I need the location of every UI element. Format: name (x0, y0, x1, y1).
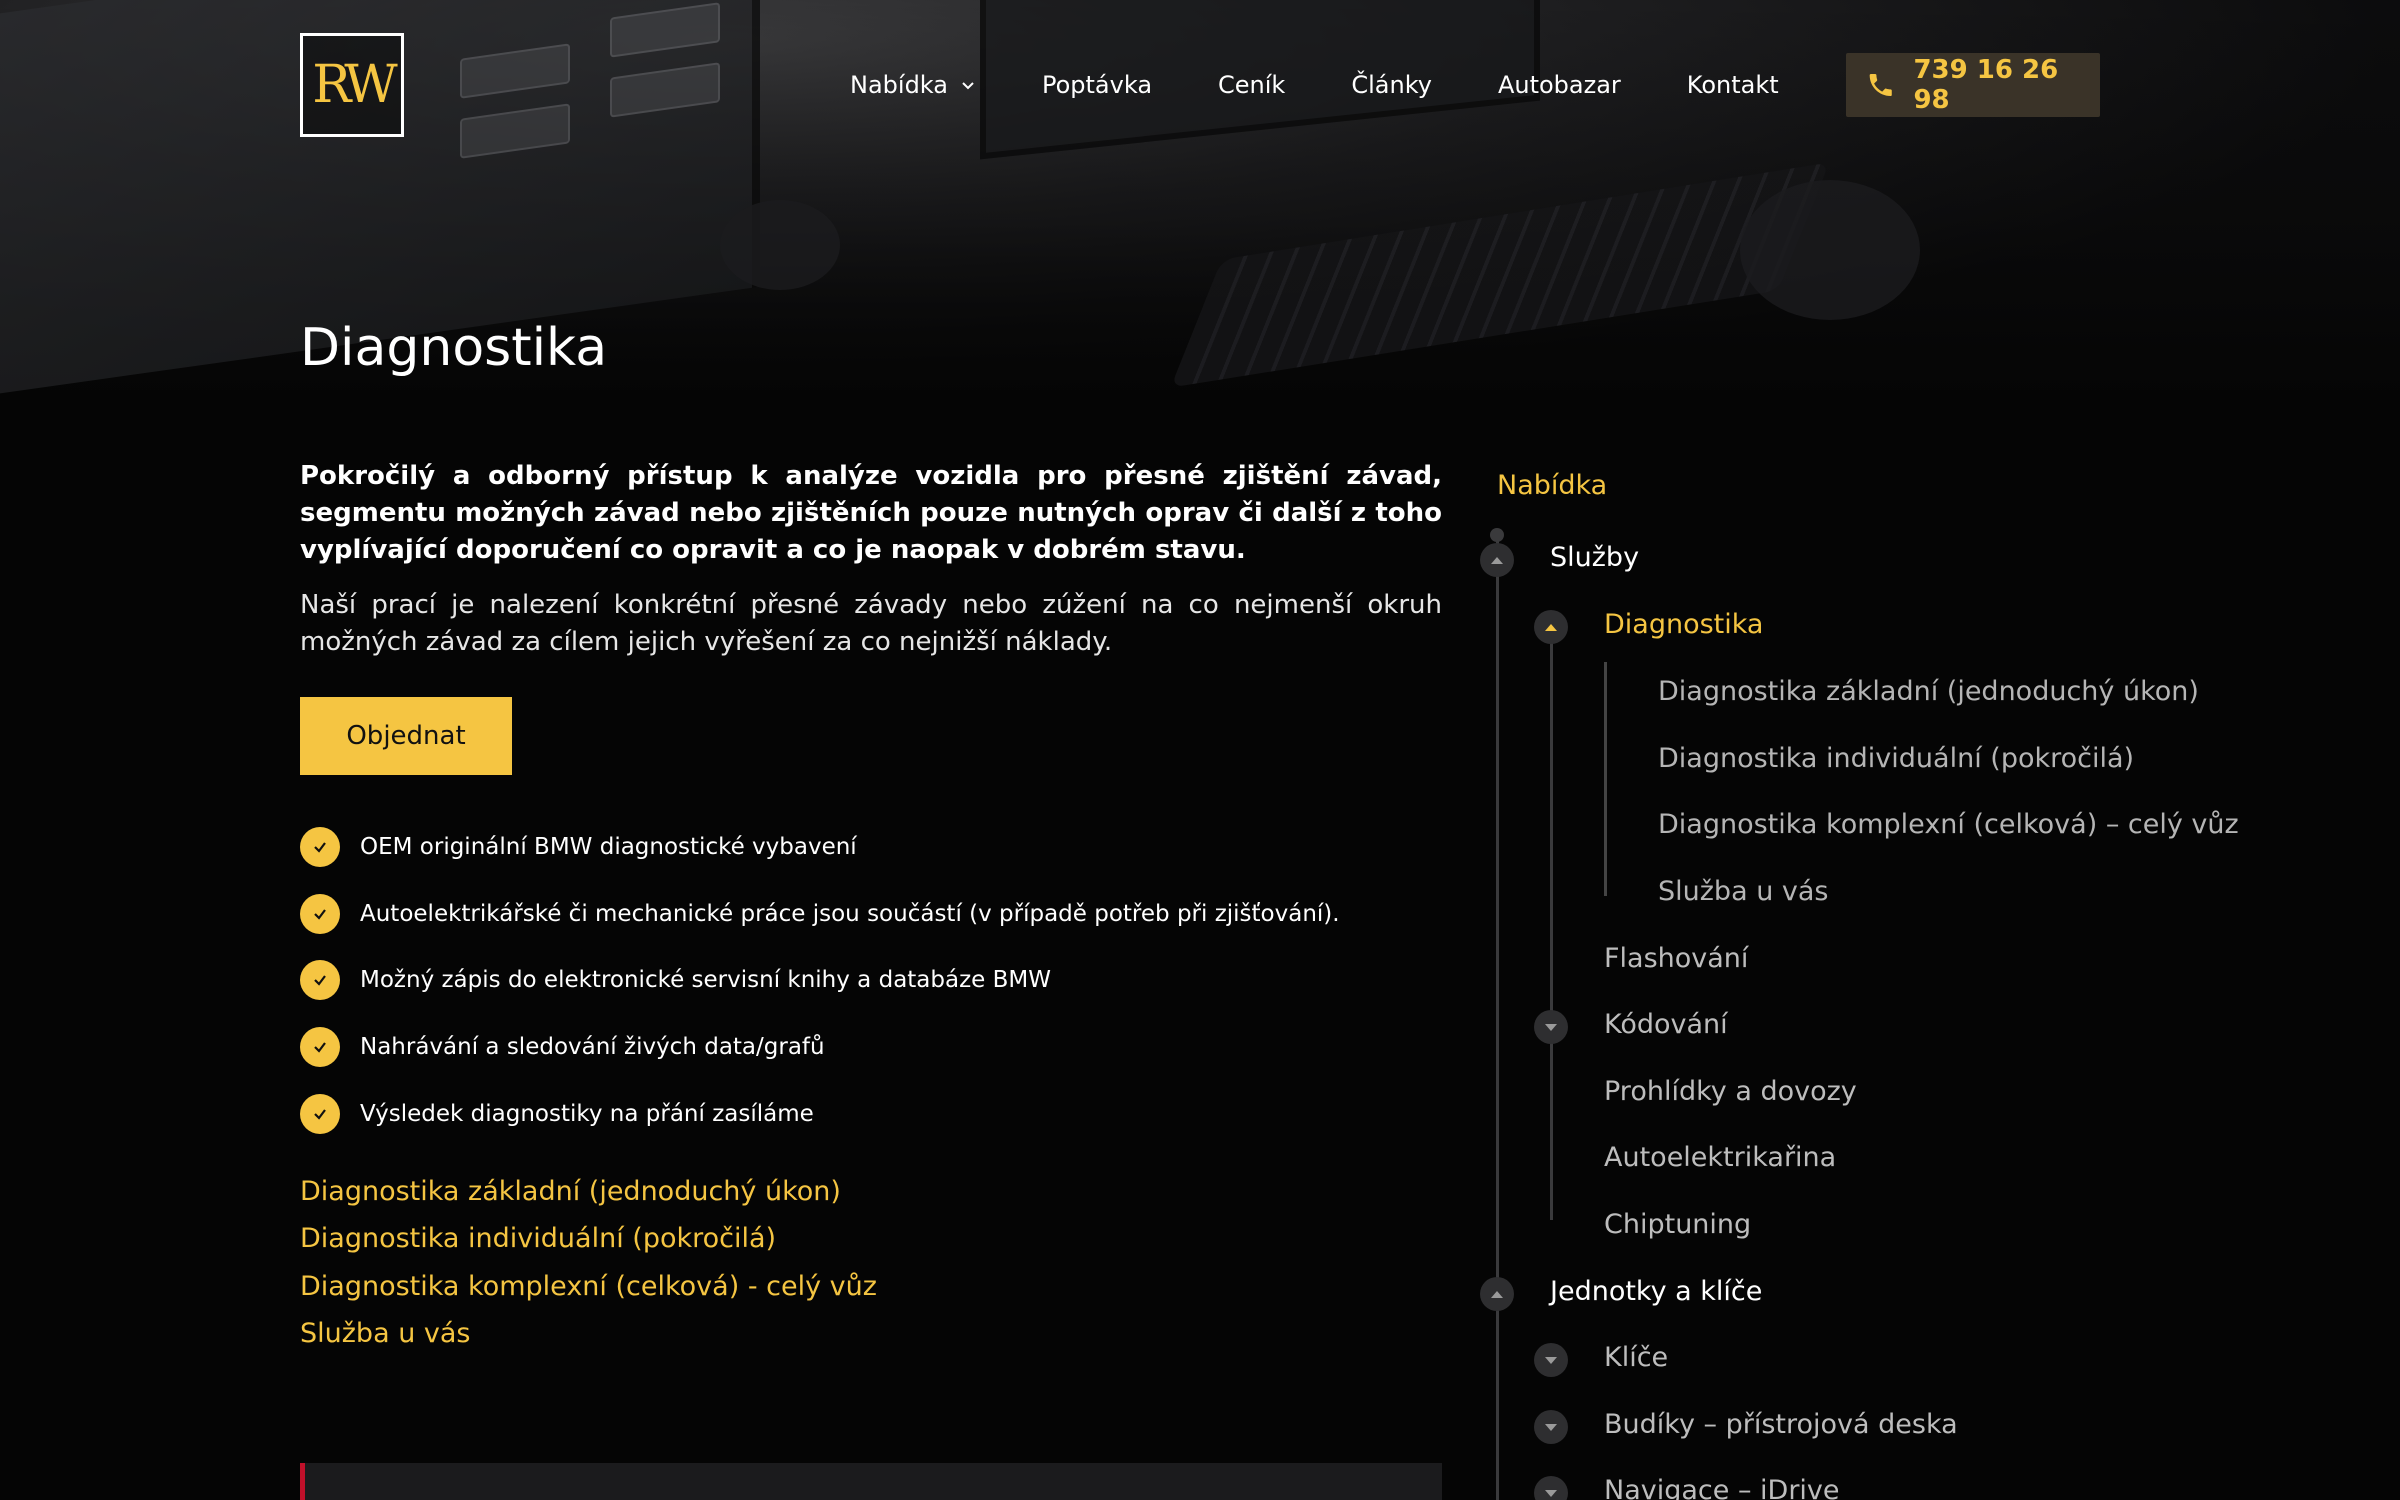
info-box (300, 1463, 1442, 1500)
feature-item: Výsledek diagnostiky na přání zasíláme (300, 1092, 1442, 1136)
check-icon (300, 893, 340, 934)
logo-text: RW (312, 55, 398, 115)
lead-paragraph: Pokročilý a odborný přístup k analýze vo… (300, 461, 1442, 565)
sidebar-item-navigace[interactable]: Navigace – iDrive (1604, 1475, 1840, 1500)
sidebar-item-chiptuning[interactable]: Chiptuning (1604, 1209, 1751, 1240)
service-links: Diagnostika základní (jednoduchý úkon) D… (300, 1168, 1442, 1358)
nav-label: Články (1351, 71, 1432, 99)
sidebar-item-sluzby[interactable]: Služby (1550, 542, 1639, 573)
nav-item-nabidka[interactable]: Nabídka (850, 71, 976, 99)
link-diagnostika-individualni[interactable]: Diagnostika individuální (pokročilá) (300, 1215, 1442, 1263)
tree-line (1550, 614, 1553, 1220)
nav-label: Autobazar (1497, 71, 1621, 99)
sidebar-item-diagnostika-komplexni[interactable]: Diagnostika komplexní (celková) – celý v… (1658, 809, 2239, 840)
collapse-icon (1491, 1290, 1503, 1298)
keyboard-image (1170, 162, 1830, 388)
check-icon (300, 827, 340, 867)
nav-label: Nabídka (850, 71, 948, 99)
link-diagnostika-zakladni[interactable]: Diagnostika základní (jednoduchý úkon) (300, 1168, 1442, 1216)
description-paragraph: Naší prací je nalezení konkrétní přesné … (300, 590, 1442, 657)
main-content: Pokročilý a odborný přístup k analýze vo… (300, 458, 1442, 1358)
feature-item: OEM originální BMW diagnostické vybavení (300, 825, 1442, 869)
toggle-navigace[interactable] (1534, 1476, 1568, 1500)
sidebar-item-diagnostika[interactable]: Diagnostika (1604, 609, 1763, 640)
nav-item-kontakt[interactable]: Kontakt (1687, 71, 1779, 99)
sidebar-item-prohlidky[interactable]: Prohlídky a dovozy (1604, 1076, 1857, 1107)
collapse-icon (1491, 556, 1503, 564)
toggle-sluzby[interactable] (1480, 543, 1514, 577)
desk-object (1740, 180, 1920, 320)
toggle-diagnostika[interactable] (1534, 610, 1568, 644)
feature-item: Autoelektrikářské či mechanické práce js… (300, 892, 1442, 936)
sidebar-item-autoelektrikarina[interactable]: Autoelektrikařina (1604, 1142, 1836, 1173)
logo[interactable]: RW (300, 33, 404, 137)
nav-item-autobazar[interactable]: Autobazar (1498, 71, 1621, 99)
nav-label: Kontakt (1686, 71, 1779, 99)
main-nav: Nabídka Poptávka Ceník Články Autobazar … (850, 60, 1779, 110)
nav-item-poptavka[interactable]: Poptávka (1042, 71, 1152, 99)
order-button[interactable]: Objednat (300, 697, 512, 775)
nav-item-cenik[interactable]: Ceník (1218, 71, 1285, 99)
feature-text: Nahrávání a sledování živých data/grafů (360, 1034, 825, 1061)
toggle-jednotky[interactable] (1480, 1277, 1514, 1311)
sidebar-item-budiky[interactable]: Budíky – přístrojová deska (1604, 1409, 1958, 1440)
expand-icon (1545, 1423, 1557, 1431)
expand-icon (1545, 1489, 1557, 1497)
toggle-budiky[interactable] (1534, 1410, 1568, 1444)
desk-object (720, 200, 840, 290)
sidebar-item-diagnostika-individualni[interactable]: Diagnostika individuální (pokročilá) (1658, 743, 2134, 774)
phone-number: 739 16 26 98 (1913, 55, 2059, 115)
feature-text: OEM originální BMW diagnostické vybavení (360, 834, 857, 860)
nav-item-clanky[interactable]: Články (1351, 71, 1432, 99)
feature-text: Autoelektrikářské či mechanické práce js… (360, 900, 1340, 927)
expand-icon (1545, 1023, 1557, 1031)
sidebar-item-sluzba-u-vas[interactable]: Služba u vás (1658, 876, 1828, 907)
sidebar-item-diagnostika-zakladni[interactable]: Diagnostika základní (jednoduchý úkon) (1658, 676, 2199, 707)
sidebar-item-flashovani[interactable]: Flashování (1604, 943, 1748, 974)
toggle-kodovani[interactable] (1534, 1010, 1568, 1044)
link-sluzba-u-vas[interactable]: Služba u vás (300, 1310, 1442, 1358)
sidebar-item-jednotky[interactable]: Jednotky a klíče (1550, 1276, 1762, 1307)
feature-text: Výsledek diagnostiky na přání zasíláme (360, 1100, 814, 1127)
sidebar-item-klice[interactable]: Klíče (1604, 1342, 1668, 1373)
tree-line (1496, 530, 1499, 1500)
nav-label: Ceník (1218, 71, 1286, 99)
feature-item: Nahrávání a sledování živých data/grafů (300, 1025, 1442, 1069)
feature-list: OEM originální BMW diagnostické vybavení… (300, 825, 1442, 1136)
tree-root-dot (1490, 528, 1504, 542)
chevron-down-icon (962, 82, 974, 90)
check-icon (300, 1093, 340, 1134)
toggle-klice[interactable] (1534, 1343, 1568, 1377)
phone-button[interactable]: 739 16 26 98 (1846, 53, 2100, 117)
tree-line (1604, 662, 1607, 896)
check-icon (300, 960, 340, 1001)
feature-item: Možný zápis do elektronické servisní kni… (300, 958, 1442, 1002)
check-icon (300, 1027, 340, 1068)
page-title: Diagnostika (300, 318, 608, 378)
feature-text: Možný zápis do elektronické servisní kni… (360, 967, 1051, 994)
sidebar-heading: Nabídka (1497, 470, 1608, 501)
collapse-icon (1545, 623, 1557, 631)
link-diagnostika-komplexni[interactable]: Diagnostika komplexní (celková) - celý v… (300, 1263, 1442, 1311)
sidebar-item-kodovani[interactable]: Kódování (1604, 1009, 1728, 1040)
nav-label: Poptávka (1041, 71, 1153, 99)
phone-icon (1869, 73, 1892, 97)
expand-icon (1545, 1356, 1557, 1364)
